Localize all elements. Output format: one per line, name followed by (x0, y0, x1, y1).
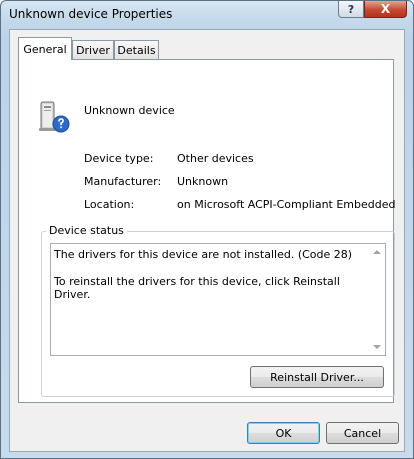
device-type-value: Other devices (177, 152, 254, 165)
help-icon: ? (347, 2, 355, 16)
properties-window: Unknown device Properties ? X General Dr… (0, 0, 414, 459)
tab-general-label: General (23, 42, 67, 56)
manufacturer-label: Manufacturer: (84, 175, 162, 188)
help-button[interactable]: ? (338, 1, 364, 18)
close-button[interactable]: X (364, 1, 407, 18)
device-status-textbox[interactable]: The drivers for this device are not inst… (50, 243, 386, 356)
location-label: Location: (84, 198, 135, 211)
title-bar[interactable]: Unknown device Properties ? X (1, 1, 413, 29)
status-line: The drivers for this device are not inst… (54, 248, 353, 261)
device-type-label: Device type: (84, 152, 154, 165)
reinstall-driver-label: Reinstall Driver... (270, 370, 364, 384)
dialog-client-area: General Driver Details Unknown device De… (9, 29, 405, 452)
reinstall-driver-button[interactable]: Reinstall Driver... (250, 366, 384, 388)
ok-label: OK (275, 426, 292, 440)
tab-details-label: Details (117, 43, 156, 57)
status-line: To reinstall the drivers for this device… (54, 275, 340, 301)
ok-button[interactable]: OK (247, 422, 320, 444)
close-icon: X (380, 2, 391, 16)
manufacturer-value: Unknown (177, 175, 229, 188)
general-tab-panel: Unknown device Device type: Other device… (18, 59, 395, 403)
unknown-device-icon (39, 101, 70, 133)
tab-details[interactable]: Details (114, 40, 159, 59)
window-title: Unknown device Properties (9, 7, 173, 21)
status-scrollbar[interactable] (369, 244, 385, 355)
tab-driver-label: Driver (76, 43, 110, 57)
cancel-button[interactable]: Cancel (326, 422, 399, 444)
tab-driver[interactable]: Driver (72, 40, 114, 59)
device-status-legend: Device status (46, 224, 127, 237)
tab-general[interactable]: General (18, 37, 72, 60)
location-value: on Microsoft ACPI-Compliant Embedded Con… (177, 198, 395, 211)
cancel-label: Cancel (343, 426, 382, 440)
device-name: Unknown device (84, 104, 175, 117)
scroll-up-icon[interactable] (373, 250, 381, 254)
scroll-down-icon[interactable] (373, 345, 381, 349)
